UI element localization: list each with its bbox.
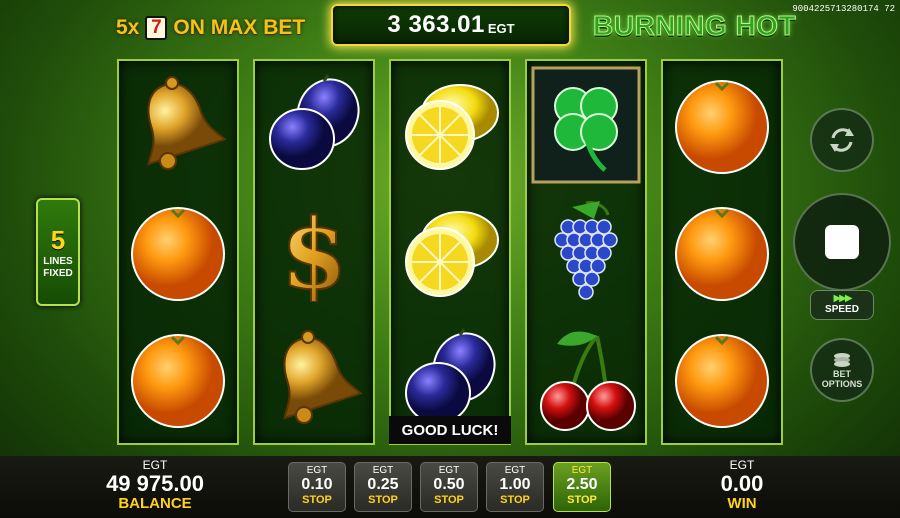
- cherries-icon: [527, 315, 645, 442]
- svg-text:$: $: [281, 202, 348, 302]
- speed-button[interactable]: ▶▶▶ SPEED: [810, 290, 874, 320]
- clover-icon: [527, 61, 645, 188]
- win-label: WIN: [727, 495, 757, 512]
- bet-currency: EGT: [306, 465, 328, 476]
- bet-options-label-1: BET: [833, 369, 851, 379]
- plum-icon: [255, 61, 373, 188]
- orange-icon: [663, 315, 781, 442]
- autoplay-button[interactable]: [810, 108, 874, 172]
- bet-options-button[interactable]: BET OPTIONS: [810, 338, 874, 402]
- bet-amount: 0.50: [433, 476, 465, 493]
- orange-icon: [663, 188, 781, 315]
- win-display: EGT 0.00 WIN: [690, 456, 794, 512]
- balance-label: BALANCE: [118, 495, 192, 512]
- reel-1: [117, 59, 239, 445]
- seven-icon: 7: [145, 16, 168, 40]
- bet-amount: 0.25: [367, 476, 399, 493]
- good-luck-message: GOOD LUCK!: [389, 416, 511, 444]
- fast-forward-icon: ▶▶▶: [833, 293, 852, 304]
- grapes-icon: [527, 188, 645, 315]
- bet-options-label-2: OPTIONS: [821, 379, 863, 389]
- bet-stop-label: STOP: [567, 494, 597, 506]
- reel-2: $: [253, 59, 375, 445]
- game-id: 9004225713280174 72: [792, 4, 895, 14]
- bell-icon: [119, 61, 237, 188]
- orange-icon: [119, 315, 237, 442]
- lemon-icon: [391, 61, 509, 188]
- bet-stop-label: STOP: [434, 494, 464, 506]
- spin-stop-button[interactable]: [793, 193, 891, 291]
- win-currency: EGT: [729, 458, 755, 472]
- bet-stop-label: STOP: [302, 494, 332, 506]
- lines-count: 5: [50, 224, 66, 255]
- bet-button-2[interactable]: EGT 0.25 STOP: [354, 462, 412, 512]
- bet-currency: EGT: [438, 465, 460, 476]
- promo-multiplier: 5x: [116, 16, 140, 39]
- jackpot-amount: 3 363.01: [387, 11, 485, 38]
- bet-button-1[interactable]: EGT 0.10 STOP: [288, 462, 346, 512]
- bet-currency: EGT: [504, 465, 526, 476]
- reel-5: [661, 59, 783, 445]
- balance-value: 49 975.00: [106, 471, 204, 496]
- lines-fixed-panel: 5 LINES FIXED: [36, 198, 80, 306]
- refresh-icon: [830, 128, 854, 152]
- win-value: 0.00: [720, 471, 764, 496]
- orange-icon: [663, 61, 781, 188]
- balance-currency: EGT: [142, 458, 168, 472]
- lines-label: LINES: [43, 255, 73, 267]
- reel-4: [525, 59, 647, 445]
- jackpot-display: 3 363.01 EGT: [331, 4, 571, 46]
- bet-button-3[interactable]: EGT 0.50 STOP: [420, 462, 478, 512]
- bet-amount: 0.10: [301, 476, 333, 493]
- balance-display: EGT 49 975.00 BALANCE: [90, 456, 220, 512]
- bet-stop-label: STOP: [368, 494, 398, 506]
- fixed-label: FIXED: [43, 267, 73, 279]
- bet-button-5[interactable]: EGT 2.50 STOP: [553, 462, 611, 512]
- game-logo: BURNING HOT: [592, 10, 797, 42]
- bet-button-4[interactable]: EGT 1.00 STOP: [486, 462, 544, 512]
- stop-icon: [825, 225, 859, 259]
- dollar-icon: $: [255, 188, 373, 315]
- coins-icon: [834, 353, 850, 367]
- promo-text: ON MAX BET: [173, 16, 306, 39]
- jackpot-currency: EGT: [487, 20, 515, 36]
- bet-currency: EGT: [571, 465, 593, 476]
- bet-amount: 2.50: [566, 476, 598, 493]
- bet-amount: 1.00: [499, 476, 531, 493]
- max-bet-promo: 5x 7 ON MAX BET: [116, 14, 305, 42]
- bet-currency: EGT: [372, 465, 394, 476]
- speed-label: SPEED: [825, 304, 859, 315]
- bell-icon: [255, 315, 373, 442]
- bet-stop-label: STOP: [500, 494, 530, 506]
- lemon-icon: [391, 188, 509, 315]
- orange-icon: [119, 188, 237, 315]
- reel-3: [389, 59, 511, 445]
